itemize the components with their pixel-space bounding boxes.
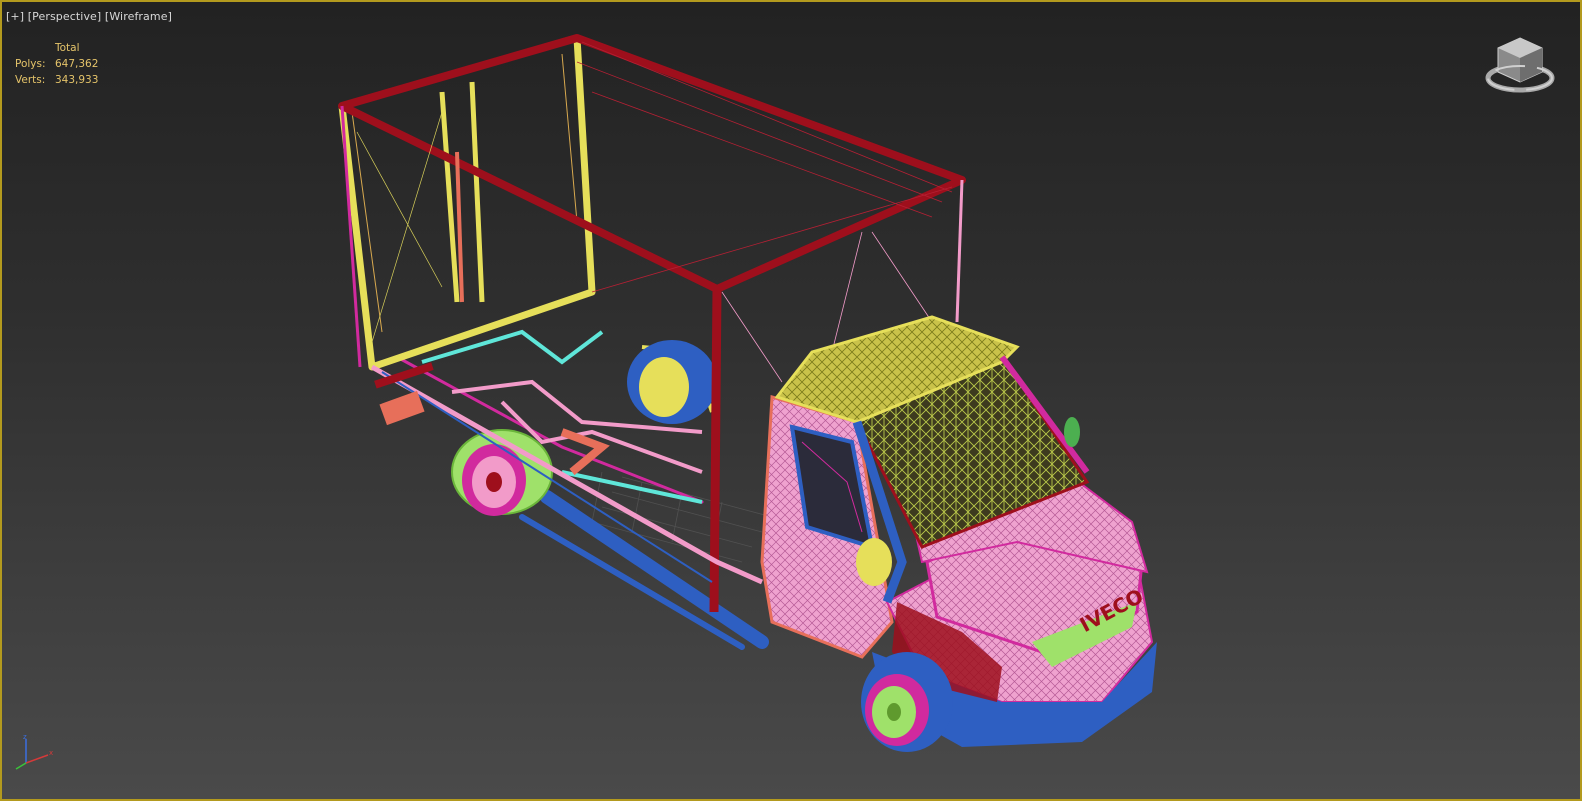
svg-text:x: x	[49, 749, 53, 757]
svg-text:z: z	[23, 733, 27, 741]
front-wheel	[861, 652, 953, 752]
truck-wireframe-model[interactable]: IVECO	[2, 2, 1580, 799]
perspective-viewport[interactable]: [+] [Perspective] [Wireframe] Total Poly…	[0, 0, 1582, 801]
viewcube-icon[interactable]	[1480, 30, 1560, 100]
cab-body	[760, 315, 1157, 747]
middle-wheel	[627, 340, 717, 424]
axis-tripod-icon: z x	[15, 733, 53, 770]
